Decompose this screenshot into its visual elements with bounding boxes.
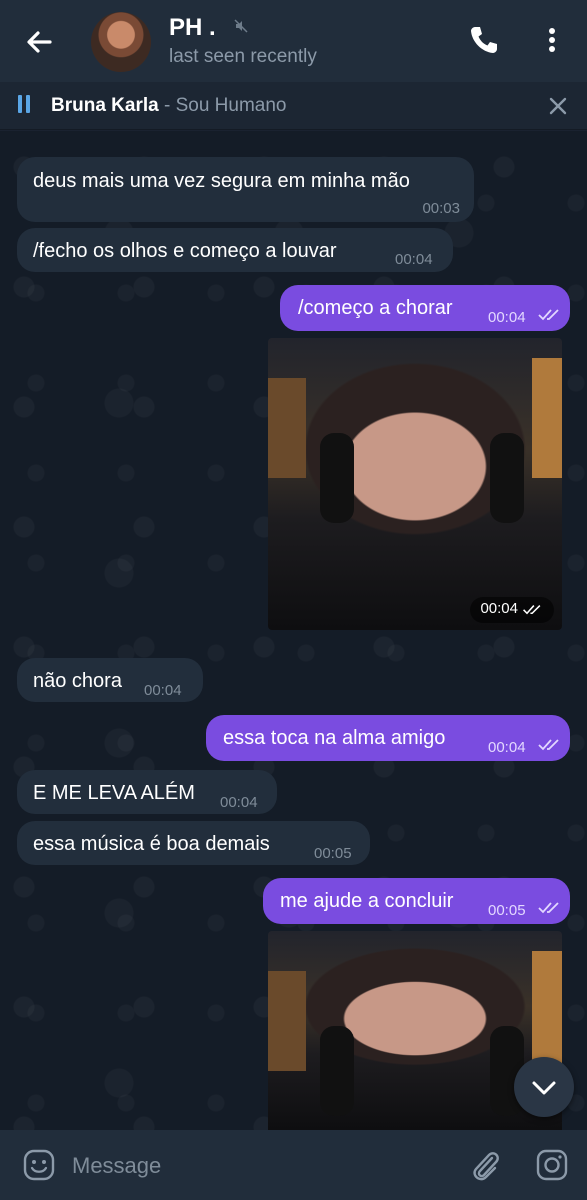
- message-time: 00:04: [488, 309, 526, 326]
- message-time: 00:05: [314, 845, 352, 862]
- message-bubble[interactable]: E ME LEVA ALÉM 00:04: [17, 770, 277, 814]
- background-figure: [532, 358, 562, 478]
- message-text: não chora: [33, 670, 122, 692]
- more-vertical-icon[interactable]: [540, 22, 564, 58]
- emoji-icon[interactable]: [22, 1148, 56, 1182]
- message-text: essa toca na alma amigo: [223, 727, 446, 749]
- double-check-icon: [538, 739, 559, 751]
- message-bubble[interactable]: essa música é boa demais 00:05: [17, 821, 370, 865]
- double-check-icon: [538, 309, 559, 321]
- message-bubble[interactable]: deus mais uma vez segura em minha mão 00…: [17, 157, 474, 222]
- background-figure: [532, 951, 562, 1071]
- music-song: Sou Humano: [175, 95, 287, 116]
- message-text: me ajude a concluir: [280, 890, 454, 912]
- chevron-down-icon: [532, 1081, 556, 1095]
- phone-icon[interactable]: [466, 22, 502, 58]
- music-artist: Bruna Karla: [51, 95, 159, 116]
- message-bubble[interactable]: /começo a chorar 00:04: [280, 285, 570, 331]
- background-shelf: [268, 971, 306, 1071]
- last-seen-status: last seen recently: [169, 46, 317, 67]
- message-time: 00:04: [220, 794, 258, 811]
- double-check-icon: [523, 605, 541, 615]
- message-bubble[interactable]: /fecho os olhos e começo a louvar 00:04: [17, 228, 453, 272]
- muted-icon: [234, 19, 248, 33]
- scroll-to-bottom-button[interactable]: [514, 1057, 574, 1117]
- background-shelf: [268, 378, 306, 478]
- headphone-left: [320, 433, 354, 523]
- camera-icon[interactable]: [535, 1148, 569, 1182]
- headphone-left: [320, 1026, 354, 1116]
- arrow-left-icon[interactable]: [20, 22, 60, 62]
- message-time: 00:05: [488, 902, 526, 919]
- headphone-right: [490, 433, 524, 523]
- message-text: essa música é boa demais: [33, 833, 270, 855]
- music-separator: -: [158, 95, 176, 116]
- paperclip-icon[interactable]: [468, 1146, 502, 1184]
- message-text: /começo a chorar: [298, 297, 453, 319]
- contact-name[interactable]: PH .: [169, 14, 216, 42]
- message-time: 00:04: [144, 682, 182, 699]
- message-bubble[interactable]: me ajude a concluir 00:05: [263, 878, 570, 924]
- close-icon[interactable]: [546, 94, 570, 118]
- double-check-icon: [538, 902, 559, 914]
- media-message[interactable]: 00:04: [268, 338, 562, 630]
- message-input[interactable]: [72, 1150, 452, 1182]
- message-time: 00:04: [480, 600, 518, 617]
- message-text: deus mais uma vez segura em minha mão: [33, 170, 410, 192]
- message-bubble[interactable]: essa toca na alma amigo 00:04: [206, 715, 570, 761]
- message-text: /fecho os olhos e começo a louvar: [33, 240, 337, 262]
- message-bubble[interactable]: não chora 00:04: [17, 658, 203, 702]
- message-time: 00:03: [422, 200, 460, 217]
- message-time: 00:04: [488, 739, 526, 756]
- media-time-badge: 00:04: [470, 597, 554, 623]
- avatar[interactable]: [91, 12, 151, 72]
- pause-icon[interactable]: [17, 95, 33, 115]
- now-playing[interactable]: Bruna Karla - Sou Humano: [51, 95, 287, 117]
- message-text: E ME LEVA ALÉM: [33, 782, 195, 804]
- message-time: 00:04: [395, 251, 433, 268]
